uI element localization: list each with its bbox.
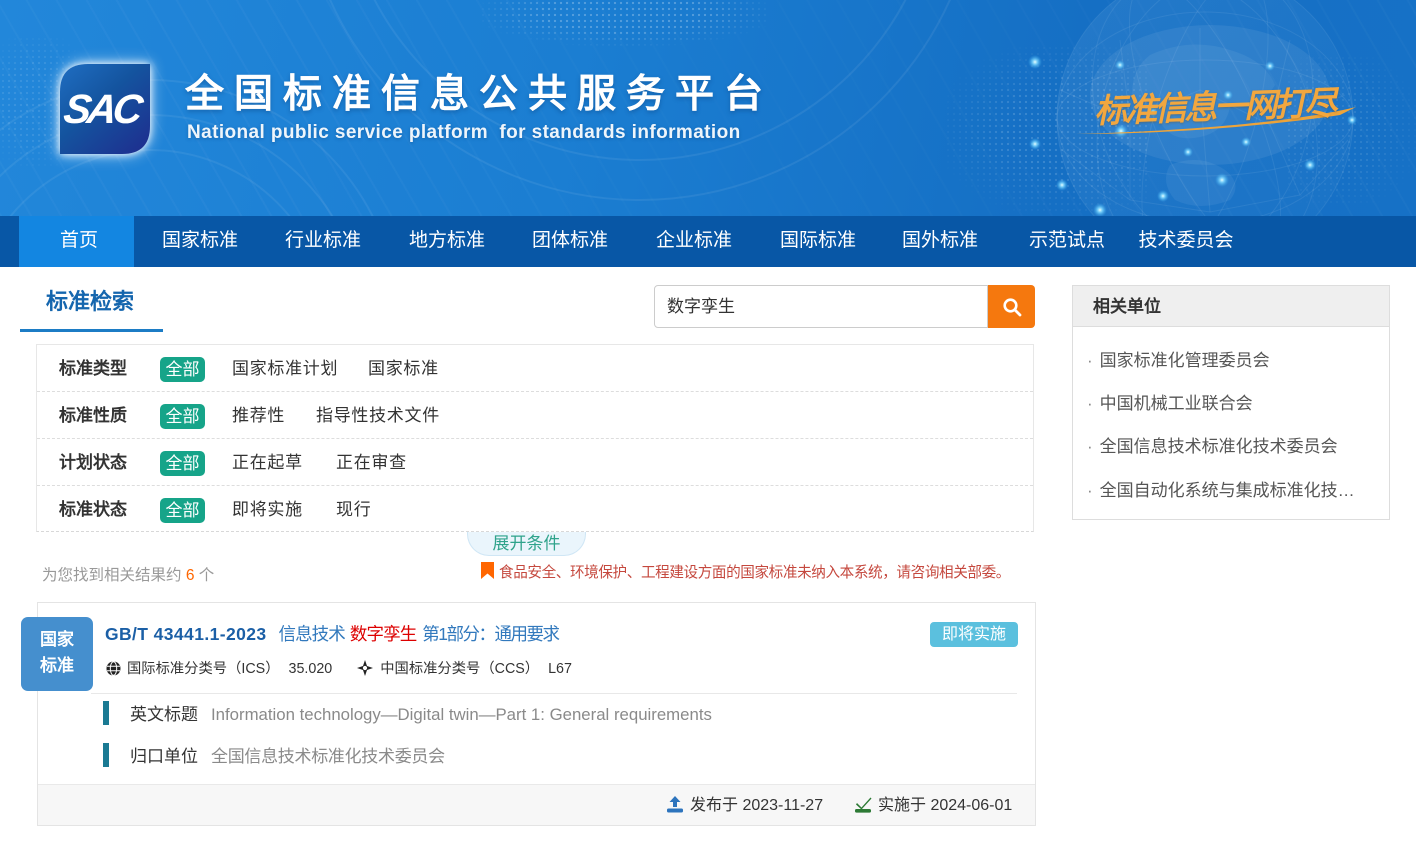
svg-text:SAC: SAC	[61, 86, 147, 132]
